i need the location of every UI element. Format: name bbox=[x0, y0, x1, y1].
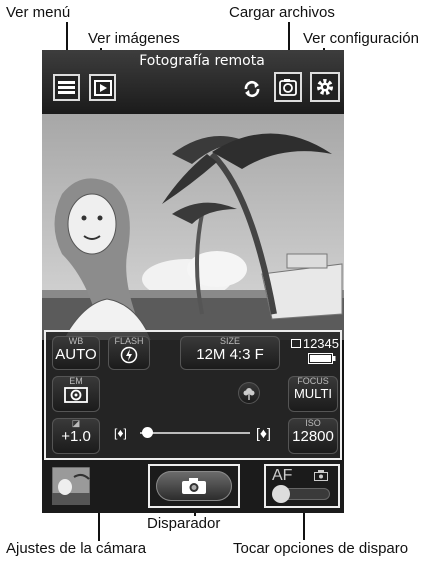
view-images-button[interactable] bbox=[89, 74, 116, 101]
zoom-slider-track[interactable] bbox=[140, 432, 250, 434]
callout-ver-menu: Ver menú bbox=[6, 4, 71, 21]
flash-auto-icon bbox=[120, 346, 138, 364]
iso-value: 12800 bbox=[292, 428, 334, 445]
phone-screen: Fotografía remota WB AUTO FLASH SIZE 12M… bbox=[42, 50, 344, 513]
menu-button[interactable] bbox=[53, 74, 80, 101]
metering-button[interactable]: EM bbox=[52, 376, 100, 412]
last-photo-thumbnail[interactable] bbox=[52, 467, 90, 505]
touch-capture-camera-icon bbox=[314, 470, 328, 481]
macro-flower-icon bbox=[243, 388, 255, 400]
touch-options-control[interactable]: AF bbox=[264, 464, 340, 508]
flash-label: FLASH bbox=[114, 336, 144, 346]
wb-value: AUTO bbox=[55, 346, 97, 363]
play-icon bbox=[93, 79, 112, 96]
callout-disparador: Disparador bbox=[147, 515, 221, 532]
size-button[interactable]: SIZE 12M 4:3 F bbox=[180, 336, 280, 370]
iso-button[interactable]: ISO 12800 bbox=[288, 418, 338, 454]
bottom-bar: AF bbox=[42, 460, 344, 513]
menu-icon bbox=[58, 81, 75, 94]
refresh-icon[interactable] bbox=[243, 80, 261, 98]
em-label: EM bbox=[69, 376, 83, 386]
size-value: 12M 4:3 F bbox=[196, 346, 264, 363]
iso-label: ISO bbox=[305, 418, 321, 428]
battery-icon bbox=[308, 353, 336, 364]
callout-ver-configuracion: Ver configuración bbox=[303, 30, 419, 47]
af-label: AF bbox=[272, 467, 293, 484]
exposure-icon: ◪ bbox=[71, 418, 81, 428]
shutter-button-frame bbox=[148, 464, 240, 508]
exposure-value: +1.0 bbox=[61, 428, 91, 445]
callout-ver-imagenes: Ver imágenes bbox=[88, 30, 180, 47]
upload-files-button[interactable] bbox=[274, 72, 302, 102]
size-label: SIZE bbox=[219, 336, 240, 346]
live-view-image bbox=[42, 114, 344, 340]
callout-ajustes-camara: Ajustes de la cámara bbox=[6, 540, 147, 557]
zoom-slider-handle[interactable] bbox=[142, 427, 153, 438]
camera-upload-icon bbox=[279, 79, 297, 96]
flash-button[interactable]: FLASH bbox=[108, 336, 150, 370]
screen-title: Fotografía remota bbox=[139, 53, 265, 69]
leader-line bbox=[303, 512, 305, 540]
gear-icon bbox=[317, 79, 333, 95]
top-bar: Fotografía remota bbox=[42, 50, 344, 114]
camera-icon bbox=[182, 478, 206, 494]
wb-button[interactable]: WB AUTO bbox=[52, 336, 100, 370]
shots-remaining-value: 12345 bbox=[302, 335, 339, 351]
exposure-button[interactable]: ◪ +1.0 bbox=[52, 418, 100, 454]
focus-value: MULTI bbox=[293, 386, 333, 401]
zoom-tele-icon: [♦] bbox=[256, 425, 271, 441]
wb-label: WB bbox=[68, 336, 84, 346]
shutter-button[interactable] bbox=[156, 471, 232, 501]
focus-button[interactable]: FOCUS MULTI bbox=[288, 376, 338, 412]
callout-cargar-archivos: Cargar archivos bbox=[229, 4, 335, 21]
zoom-wide-icon: [♦] bbox=[114, 426, 127, 440]
shots-remaining: 12345 bbox=[291, 335, 339, 351]
settings-button[interactable] bbox=[310, 72, 340, 102]
metering-icon bbox=[64, 387, 88, 403]
callout-tocar-opciones: Tocar opciones de disparo bbox=[233, 540, 409, 557]
camera-settings-panel: WB AUTO FLASH SIZE 12M 4:3 F 12345 EM FO… bbox=[44, 330, 342, 460]
focus-label: FOCUS bbox=[297, 376, 329, 386]
touch-options-toggle-knob[interactable] bbox=[272, 485, 290, 503]
macro-button[interactable] bbox=[238, 382, 260, 404]
memory-card-icon bbox=[291, 338, 301, 348]
